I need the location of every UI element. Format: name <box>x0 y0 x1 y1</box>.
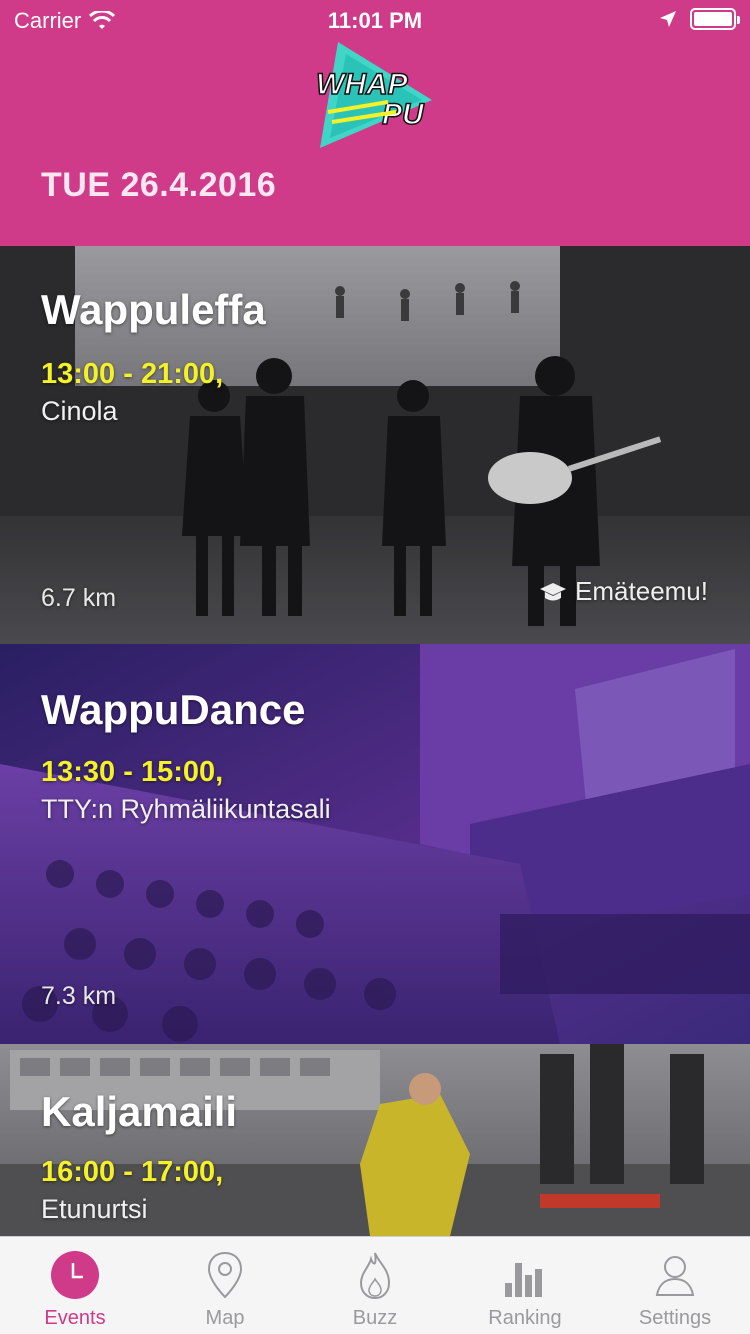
status-time: 11:01 PM <box>327 8 423 33</box>
tab-bar: Events Map Buzz Ranking Settings <box>0 1236 750 1334</box>
logo-text-top: WHAP <box>316 68 409 101</box>
event-card[interactable]: WappuDance 13:30 - 15:00, TTY:n Ryhmälii… <box>0 644 750 1044</box>
tab-ranking[interactable]: Ranking <box>450 1237 600 1334</box>
tab-map[interactable]: Map <box>150 1237 300 1334</box>
battery-icon <box>690 8 740 30</box>
event-time: 13:30 - 15:00, <box>41 756 224 788</box>
event-distance: 7.3 km <box>41 982 117 1010</box>
bar-chart-icon <box>505 1263 542 1297</box>
tab-label: Events <box>44 1307 106 1329</box>
tab-label: Buzz <box>352 1307 398 1329</box>
whappu-logo: WHAP PU <box>315 42 432 148</box>
date-label: TUE 26.4.2016 <box>41 166 277 204</box>
map-pin-icon <box>207 1251 243 1299</box>
event-place: TTY:n Ryhmäliikuntasali <box>41 794 331 824</box>
event-distance: 6.7 km <box>41 584 117 612</box>
event-title: Wappuleffa <box>41 286 266 333</box>
tab-label: Map <box>205 1307 245 1329</box>
event-place: Etunurtsi <box>41 1194 148 1224</box>
person-icon <box>655 1256 695 1296</box>
tab-settings[interactable]: Settings <box>600 1237 750 1334</box>
status-bar: Carrier 11:01 PM <box>0 0 750 40</box>
tab-label: Settings <box>638 1307 712 1329</box>
tab-events[interactable]: Events <box>0 1237 150 1334</box>
event-tag: Emäteemu! <box>539 576 708 607</box>
clock-icon <box>51 1251 99 1299</box>
status-right <box>658 8 740 30</box>
event-time: 13:00 - 21:00, <box>41 358 224 390</box>
event-time: 16:00 - 17:00, <box>41 1156 224 1188</box>
event-title: WappuDance <box>41 686 306 733</box>
event-card[interactable]: Kaljamaili 16:00 - 17:00, Etunurtsi <box>0 1044 750 1236</box>
event-list[interactable]: Wappuleffa 13:00 - 21:00, Cinola 6.7 km … <box>0 246 750 1236</box>
event-title: Kaljamaili <box>41 1088 238 1135</box>
event-tag-label: Emäteemu! <box>575 576 708 606</box>
event-card[interactable]: Wappuleffa 13:00 - 21:00, Cinola 6.7 km … <box>0 246 750 644</box>
flame-icon <box>359 1252 391 1300</box>
tab-label: Ranking <box>488 1307 562 1329</box>
graduation-cap-icon <box>540 582 567 600</box>
app-header: Carrier 11:01 PM WHAP PU TUE 26.4.2016 <box>0 0 750 246</box>
tab-buzz[interactable]: Buzz <box>300 1237 450 1334</box>
event-place: Cinola <box>41 396 118 426</box>
location-arrow-icon <box>660 11 676 27</box>
